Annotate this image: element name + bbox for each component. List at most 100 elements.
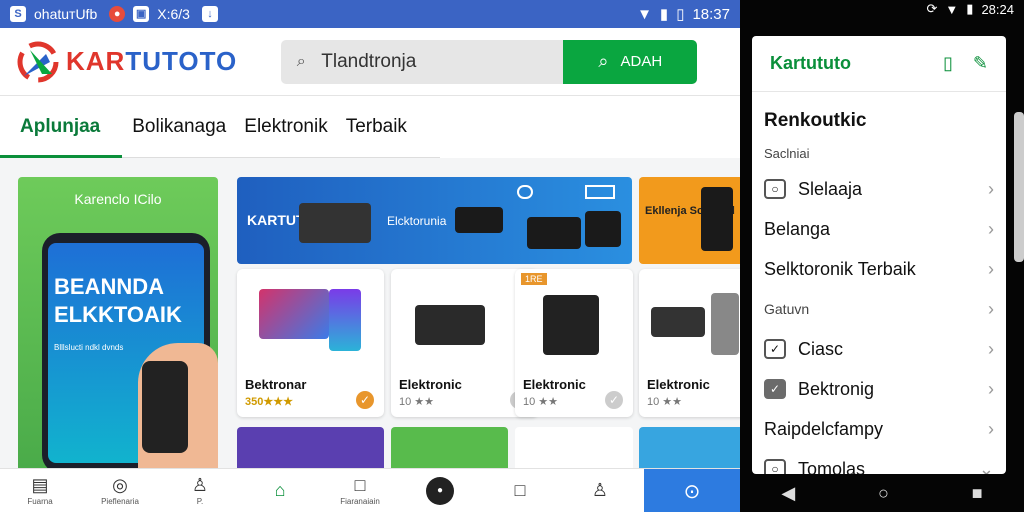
check-icon[interactable]: ✓ [605, 391, 623, 409]
menu-section: Renkoutkic Saclniai ○ Slelaaja › Belanga › … [752, 92, 1006, 474]
fab-button[interactable]: ⊙ [644, 469, 740, 512]
product-card-2[interactable]: 1RE Elektronic 10 ★★ ✓ [515, 269, 633, 417]
chevron-right-icon: › [988, 258, 994, 279]
checkbox-icon: ✓ [764, 339, 786, 359]
nav-item-2[interactable]: ♙ P. [160, 475, 240, 506]
tv-image [259, 289, 329, 339]
chevron-right-icon: › [988, 418, 994, 439]
menu-panel: Kartututo ▯ ✎ Renkoutkic Saclniai ○ Slela… [752, 36, 1006, 474]
product-price: 10 ★★ [399, 396, 435, 408]
camera-image [543, 295, 599, 355]
checked-box-icon: ✓ [764, 379, 786, 399]
wifi-icon: ▼ [637, 5, 652, 23]
user-icon: ♙ [191, 475, 209, 495]
chevron-right-icon: › [988, 338, 994, 359]
status-bar: S ohatuтUfb ● ▣ X:6/3 ↓ ▼ ▮ ▯ 18:37 [0, 0, 740, 28]
check-icon[interactable]: ✓ [356, 391, 374, 409]
image-icon: ▣ [133, 6, 150, 22]
menu-item-label: Bektronig [798, 378, 875, 399]
menu-icon: ▤ [31, 475, 49, 495]
tab-1[interactable]: Bolikanaga [132, 116, 226, 138]
home-icon[interactable]: ○ [878, 483, 889, 504]
menu-item-4[interactable]: ✓ Ciasc › [764, 329, 994, 369]
clock: 18:37 [692, 5, 730, 23]
nav-label: Fuarna [27, 497, 53, 506]
square-icon: □ [354, 475, 366, 495]
tab-3[interactable]: Terbaik [346, 116, 407, 138]
search-button-icon: ⌕ [598, 51, 609, 71]
status-text: ohatuтUfb [34, 6, 98, 22]
handheld-phone-image [142, 361, 188, 453]
menu-item-7[interactable]: ○ Tomolas ⌄ [764, 449, 994, 474]
logo-text: KARTUTOTO [66, 46, 238, 76]
circle-icon: ◎ [112, 475, 128, 495]
tablet-image-2 [329, 289, 361, 351]
product-card-3[interactable]: Elektronic 10 ★★ [639, 269, 740, 417]
nav-item-5[interactable]: ● [400, 476, 480, 505]
recents-icon[interactable]: ■ [972, 483, 983, 504]
bookmark-icon[interactable]: ▯ [943, 53, 953, 74]
nav-item-7[interactable]: ♙ [560, 480, 640, 501]
back-icon[interactable]: ◀ [781, 483, 795, 504]
logo-icon [17, 41, 59, 82]
bag-icon: ⌂ [274, 480, 286, 500]
tablet-image [299, 203, 371, 243]
console-image [415, 305, 485, 345]
search-button[interactable]: ⌕ ADAH [563, 39, 698, 84]
menu-item-3[interactable]: Gatuvn › [764, 289, 994, 329]
product-name: Elektronic [647, 377, 710, 392]
banner-subtitle: Elcktorunia [387, 214, 447, 228]
menu-item-0[interactable]: ○ Slelaaja › [764, 169, 994, 209]
sync-icon: ⟳ [926, 1, 938, 16]
edit-icon[interactable]: ✎ [973, 53, 988, 74]
profile-icon: ♙ [591, 480, 609, 500]
promo-banner[interactable]: Karenclo ICilo BEANNDA ELKKTOAIK Blllslu… [18, 177, 218, 477]
product-price: 350★★★ [245, 396, 293, 408]
speaker-image-4 [651, 307, 705, 337]
battery-icon: ▯ [676, 6, 685, 23]
record-icon: ● [109, 6, 126, 22]
tab-2[interactable]: Elektronik [244, 116, 327, 138]
menu-heading: Renkoutkic [764, 110, 867, 131]
chevron-right-icon: › [988, 378, 994, 399]
nav-item-4[interactable]: □ Fiaranaiain [320, 475, 400, 506]
shop-app: S ohatuтUfb ● ▣ X:6/3 ↓ ▼ ▮ ▯ 18:37 KART… [0, 0, 740, 512]
nav-label: P. [196, 497, 204, 506]
square2-icon: □ [514, 480, 526, 500]
logo[interactable]: KARTUTOTO [16, 40, 237, 84]
side-phone: ⟳ ▼ ▮ 28:24 Kartututo ▯ ✎ Renkoutkic Sac… [740, 0, 1024, 512]
search-input[interactable]: Tlandtronja [321, 51, 563, 73]
menu-item-5[interactable]: ✓ Bektronig › [764, 369, 994, 409]
scrollbar[interactable] [1014, 112, 1024, 262]
system-navigation: ◀ ○ ■ [740, 474, 1024, 512]
menu-subheading: Saclniai [764, 146, 810, 161]
camera-icon [517, 185, 533, 199]
menu-item-label: Belanga [764, 218, 831, 239]
product-name: Elektronic [399, 377, 462, 392]
nav-item-3[interactable]: ⌂ [240, 480, 320, 501]
product-name: Elektronic [523, 377, 586, 392]
nav-item-0[interactable]: ▤ Fuarna [0, 475, 80, 506]
orange-banner[interactable]: Ekllenja Scedlcid [639, 177, 740, 264]
speaker-image-2 [585, 211, 621, 247]
menu-item-label: Slelaaja [798, 178, 863, 199]
product-price: 10 ★★ [523, 396, 559, 408]
header: KARTUTOTO ⌕ Tlandtronja ⌕ ADAH [0, 28, 740, 96]
product-name: Bektronar [245, 377, 307, 392]
search-button-label: ADAH [620, 53, 663, 70]
menu-item-1[interactable]: Belanga › [764, 209, 994, 249]
promo-title: BEANNDA ELKKTOAIK [54, 274, 182, 327]
product-card-0[interactable]: Bektronar 350★★★ ✓ [237, 269, 384, 417]
menu-item-6[interactable]: Raipdelcfampy › [764, 409, 994, 449]
panel-logo[interactable]: Kartututo [770, 53, 851, 74]
app-icon: S [10, 6, 26, 22]
electronics-banner[interactable]: KARTUTD Elcktorunia [237, 177, 632, 264]
menu-item-label: Ciasc [798, 338, 844, 359]
nav-item-1[interactable]: ◎ Pieflenaria [80, 475, 160, 506]
nav-item-6[interactable]: □ [480, 480, 560, 501]
menu-item-2[interactable]: Selktoronik Terbaik › [764, 249, 994, 289]
nav-label: Pieflenaria [101, 497, 139, 506]
chevron-right-icon: › [988, 218, 994, 239]
tab-0[interactable]: Aplunjaa [20, 116, 100, 138]
chevron-right-icon: › [988, 178, 994, 199]
